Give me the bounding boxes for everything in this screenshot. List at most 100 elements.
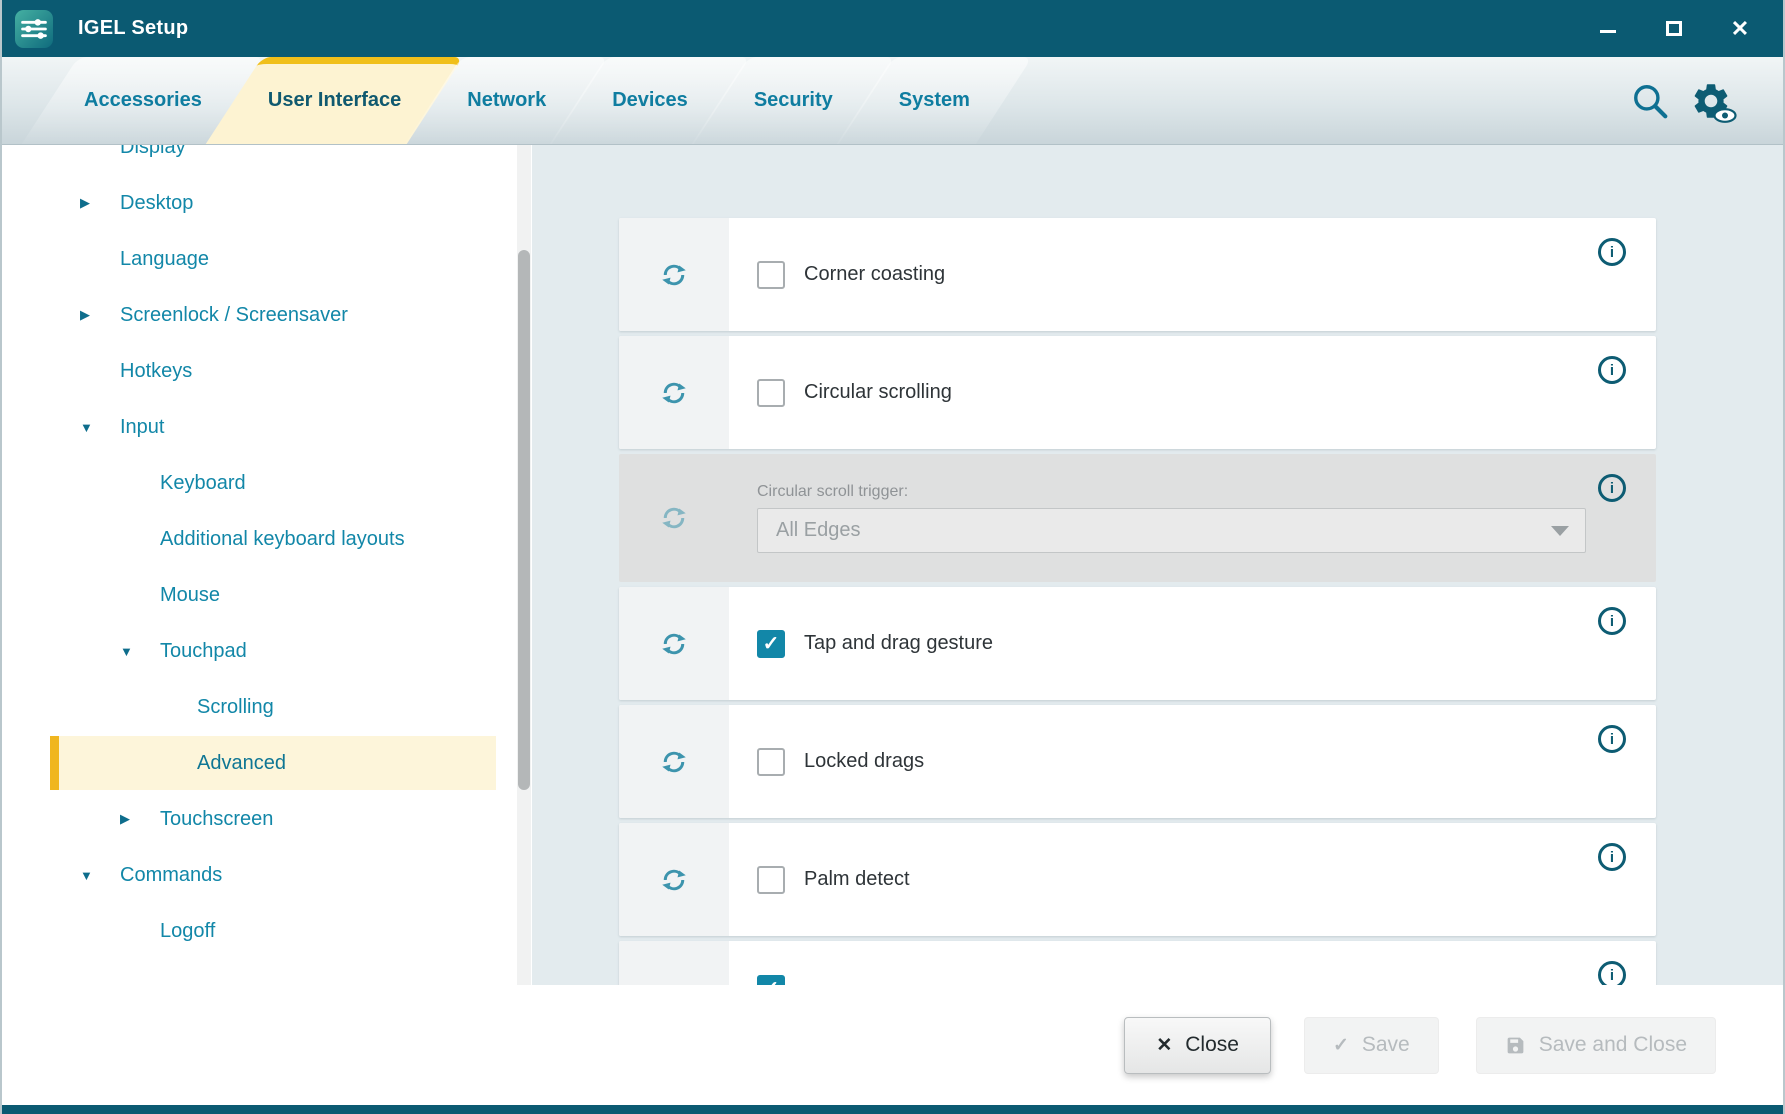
info-icon[interactable]: i — [1598, 356, 1626, 384]
sidebar-item-label: Mouse — [160, 584, 220, 607]
close-button-label: Close — [1185, 1033, 1239, 1057]
titlebar: IGEL Setup ✕ — [2, 0, 1783, 57]
setting-body: Corner coasting — [729, 218, 1656, 331]
tab-security[interactable]: Security — [728, 57, 859, 144]
setup-gear-visibility-icon[interactable] — [1689, 80, 1733, 122]
chevron-down-icon[interactable]: ▼ — [120, 644, 160, 659]
setting-row-circular-scroll-trigger: Circular scroll trigger: All Edges i — [619, 454, 1656, 582]
sidebar-item-label: Advanced — [197, 752, 286, 775]
checkbox-locked-drags[interactable] — [757, 748, 785, 776]
info-icon[interactable]: i — [1598, 843, 1626, 871]
settings-panel: Corner coasting i Circular scrolling — [532, 145, 1783, 985]
close-button[interactable]: ✕ Close — [1124, 1017, 1271, 1074]
maximize-button[interactable] — [1659, 14, 1689, 44]
info-icon[interactable]: i — [1598, 961, 1626, 985]
window-controls: ✕ — [1593, 14, 1763, 44]
sidebar-item-label: Display — [120, 145, 186, 159]
tab-user-interface[interactable]: User Interface — [242, 57, 427, 144]
scrollbar-thumb[interactable] — [518, 250, 530, 790]
select-value: All Edges — [776, 519, 861, 542]
checkbox-corner-coasting[interactable] — [757, 261, 785, 289]
minimize-button[interactable] — [1593, 14, 1623, 44]
sidebar-item-label: Touchpad — [160, 640, 247, 663]
checkbox-partial-setting[interactable]: ✓ — [757, 975, 785, 985]
sidebar-item-language[interactable]: Language — [2, 231, 532, 287]
tab-bar: Accessories User Interface Network Devic… — [2, 57, 1783, 145]
checkbox-circular-scrolling[interactable] — [757, 379, 785, 407]
tab-system[interactable]: System — [873, 57, 996, 144]
reset-parameter-button[interactable] — [619, 823, 729, 936]
navigation-tree: Display ▶ Desktop Language ▶ Screenlock … — [2, 145, 532, 959]
window-title: IGEL Setup — [78, 17, 188, 40]
setting-label: Corner coasting — [804, 263, 945, 286]
reset-parameter-button[interactable] — [619, 454, 729, 582]
setting-body: Circular scroll trigger: All Edges — [729, 454, 1656, 582]
save-button-label: Save — [1362, 1033, 1410, 1057]
tab-devices[interactable]: Devices — [586, 57, 714, 144]
sidebar-item-additional-keyboard-layouts[interactable]: Additional keyboard layouts — [2, 511, 532, 567]
chevron-right-icon[interactable]: ▶ — [80, 195, 120, 211]
footer-bar: ✕ Close ✓ Save Save and Close — [2, 985, 1783, 1105]
setting-row-partial: ✓ i — [619, 941, 1656, 985]
sidebar-item-scrolling[interactable]: Scrolling — [2, 679, 532, 735]
chevron-down-icon[interactable]: ▼ — [80, 868, 120, 883]
close-window-button[interactable]: ✕ — [1725, 14, 1755, 44]
tab-actions — [1631, 57, 1783, 144]
sidebar-item-label: Desktop — [120, 192, 193, 215]
search-icon[interactable] — [1631, 82, 1669, 120]
chevron-right-icon[interactable]: ▶ — [80, 307, 120, 323]
sidebar-item-label: Logoff — [160, 920, 215, 943]
sidebar-item-input[interactable]: ▼ Input — [2, 399, 532, 455]
save-and-close-button: Save and Close — [1476, 1017, 1716, 1074]
close-x-icon: ✕ — [1156, 1036, 1172, 1055]
info-icon[interactable]: i — [1598, 607, 1626, 635]
sidebar-item-hotkeys[interactable]: Hotkeys — [2, 343, 532, 399]
chevron-down-icon[interactable]: ▼ — [80, 420, 120, 435]
sidebar-item-desktop[interactable]: ▶ Desktop — [2, 175, 532, 231]
reset-parameter-button[interactable] — [619, 336, 729, 449]
app-body: Display ▶ Desktop Language ▶ Screenlock … — [2, 145, 1783, 985]
info-icon[interactable]: i — [1598, 474, 1626, 502]
sync-icon — [659, 747, 689, 777]
igel-logo-icon — [15, 10, 53, 48]
save-button: ✓ Save — [1304, 1017, 1439, 1074]
tab-network[interactable]: Network — [441, 57, 572, 144]
sidebar-item-touchpad[interactable]: ▼ Touchpad — [2, 623, 532, 679]
sidebar-item-mouse[interactable]: Mouse — [2, 567, 532, 623]
sidebar-item-display[interactable]: Display — [2, 145, 532, 175]
sidebar-item-label: Scrolling — [197, 696, 274, 719]
checkbox-tap-and-drag-gesture[interactable]: ✓ — [757, 630, 785, 658]
check-icon: ✓ — [1333, 1036, 1349, 1055]
sidebar-item-label: Touchscreen — [160, 808, 273, 831]
setting-body: ✓ — [729, 941, 1656, 985]
tab-accessories[interactable]: Accessories — [58, 57, 228, 144]
checkbox-palm-detect[interactable] — [757, 866, 785, 894]
sidebar-item-touchscreen[interactable]: ▶ Touchscreen — [2, 791, 532, 847]
setting-body: Palm detect — [729, 823, 1656, 936]
sidebar-item-label: Language — [120, 248, 209, 271]
sync-icon — [659, 503, 689, 533]
sidebar-scrollbar[interactable] — [517, 145, 531, 985]
reset-parameter-button[interactable] — [619, 218, 729, 331]
igel-setup-window: IGEL Setup ✕ Accessories User Interface … — [0, 0, 1785, 1114]
sidebar-item-logoff[interactable]: Logoff — [2, 903, 532, 959]
tab-strip: Accessories User Interface Network Devic… — [2, 57, 1010, 144]
sidebar-item-label: Hotkeys — [120, 360, 192, 383]
reset-parameter-button[interactable] — [619, 705, 729, 818]
sidebar-item-commands[interactable]: ▼ Commands — [2, 847, 532, 903]
save-and-close-button-label: Save and Close — [1539, 1033, 1687, 1057]
setting-row-tap-and-drag-gesture: ✓ Tap and drag gesture i — [619, 587, 1656, 700]
info-icon[interactable]: i — [1598, 238, 1626, 266]
sidebar-item-keyboard[interactable]: Keyboard — [2, 455, 532, 511]
chevron-right-icon[interactable]: ▶ — [120, 811, 160, 827]
sidebar-item-screenlock-screensaver[interactable]: ▶ Screenlock / Screensaver — [2, 287, 532, 343]
sync-icon — [659, 983, 689, 986]
info-icon[interactable]: i — [1598, 725, 1626, 753]
minimize-icon — [1600, 30, 1616, 33]
reset-parameter-button[interactable] — [619, 587, 729, 700]
sidebar-item-advanced[interactable]: Advanced — [2, 735, 532, 791]
reset-parameter-button[interactable] — [619, 941, 729, 985]
sidebar-item-label: Screenlock / Screensaver — [120, 304, 348, 327]
setting-row-circular-scrolling: Circular scrolling i — [619, 336, 1656, 449]
eye-icon — [1713, 108, 1737, 123]
